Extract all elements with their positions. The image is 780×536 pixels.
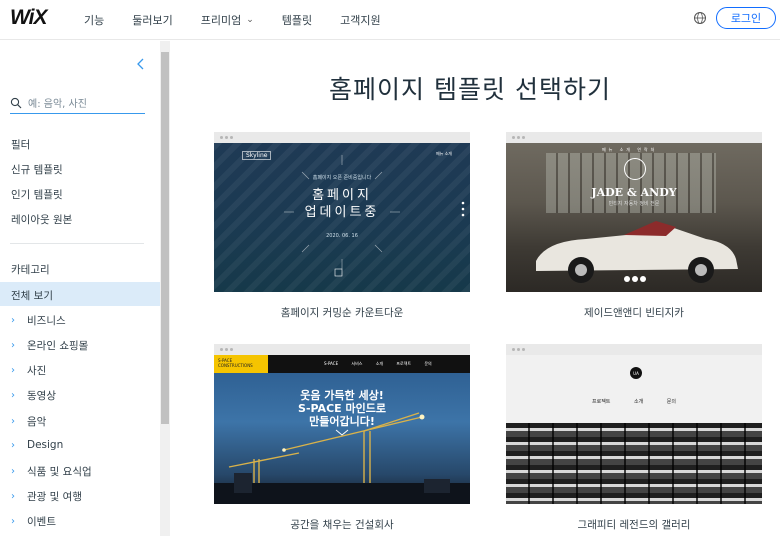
login-button[interactable]: 로그인 (716, 7, 776, 29)
nav-label: 템플릿 (281, 14, 313, 27)
building-photo-graphic (506, 423, 762, 504)
template-card-construction[interactable]: S-PACE CONSTRUCTIONS S-PACE 서비스 소개 프로젝트 … (214, 344, 470, 532)
nav-label: 기능 (84, 14, 105, 27)
chevron-right-icon: › (11, 416, 15, 427)
category-label: 비즈니스 (27, 315, 66, 327)
category-all[interactable]: 전체 보기 (11, 288, 53, 303)
category-music[interactable]: › 음악 (11, 414, 46, 429)
template-caption[interactable]: 제이드앤앤디 빈티지카 (506, 305, 762, 320)
category-design[interactable]: › Design (11, 439, 63, 451)
search-icon (10, 97, 22, 108)
sidebar-scroll-thumb[interactable] (161, 52, 169, 424)
category-label: 식품 및 요식업 (27, 466, 92, 478)
nav-label: 고객지원 (340, 14, 381, 27)
category-label: 음악 (27, 416, 47, 428)
template-thumbnail[interactable]: UA 프로젝트 소개 문의 (506, 355, 762, 504)
nav-explore[interactable]: 둘러보기 (132, 12, 172, 28)
thumbnail-logo: UA (630, 367, 642, 379)
crane-graphic (214, 412, 470, 504)
thumbnail-social-icons (624, 276, 648, 282)
wix-logo[interactable]: WiX (10, 6, 47, 30)
chevron-right-icon: › (11, 365, 15, 376)
category-label: Design (27, 439, 64, 451)
chevron-right-icon: › (11, 390, 15, 401)
filter-popular-templates[interactable]: 인기 템플릿 (11, 187, 63, 202)
category-heading: 카테고리 (11, 264, 50, 276)
globe-icon[interactable] (693, 11, 707, 25)
chevron-right-icon: › (11, 491, 15, 502)
filter-new-templates[interactable]: 신규 템플릿 (11, 162, 63, 177)
nav-premium[interactable]: 프리미엄 ⌄ (201, 12, 254, 28)
category-business[interactable]: › 비즈니스 (11, 313, 66, 328)
search-placeholder: 예: 음악, 사진 (28, 99, 87, 110)
nav-label: 둘러보기 (132, 14, 173, 27)
category-label: 동영상 (27, 390, 56, 402)
category-online-store[interactable]: › 온라인 쇼핑몰 (11, 338, 88, 353)
chevron-down-icon: ⌄ (246, 15, 254, 25)
filter-layout-blank[interactable]: 레이아웃 원본 (11, 212, 72, 227)
template-caption[interactable]: 그래피티 레전드의 갤러리 (506, 517, 762, 532)
nav-label: 프리미엄 (200, 14, 242, 27)
page-title: 홈페이지 템플릿 선택하기 (329, 75, 611, 104)
template-caption[interactable]: 홈페이지 커밍순 카운트다운 (214, 305, 470, 320)
thumbnail-nav: 프로젝트 소개 문의 (592, 399, 676, 405)
nav-templates[interactable]: 템플릿 (282, 12, 312, 28)
main-nav: 기능 둘러보기 프리미엄 ⌄ 템플릿 고객지원 (84, 0, 409, 40)
browser-chrome (506, 132, 762, 143)
vintage-car-graphic (536, 221, 738, 283)
template-card-countdown[interactable]: Skyline 메뉴 소개 홈페이지 오픈 준비중입니다 홈페이지 업데이트중 … (214, 132, 470, 320)
template-thumbnail[interactable]: 메뉴 소개 연락처 JADE & ANDY 빈티지 자동차 정비 전문 (506, 143, 762, 292)
browser-chrome (214, 344, 470, 355)
browser-chrome (506, 344, 762, 355)
template-card-vintage-car[interactable]: 메뉴 소개 연락처 JADE & ANDY 빈티지 자동차 정비 전문 제이드앤… (506, 132, 762, 320)
collapse-sidebar-icon[interactable] (134, 57, 148, 71)
top-header: WiX 기능 둘러보기 프리미엄 ⌄ 템플릿 고객지원 로그인 (0, 0, 780, 40)
category-label: 사진 (27, 365, 47, 377)
browser-chrome (214, 132, 470, 143)
category-label: 관광 및 여행 (27, 491, 82, 503)
chevron-right-icon: › (11, 340, 15, 351)
chevron-right-icon: › (11, 516, 15, 527)
category-video[interactable]: › 동영상 (11, 388, 56, 403)
nav-support[interactable]: 고객지원 (340, 12, 380, 28)
countdown-ring-graphic (284, 155, 465, 277)
category-events[interactable]: › 이벤트 (11, 514, 56, 529)
chevron-right-icon: › (11, 466, 15, 477)
template-thumbnail[interactable]: S-PACE CONSTRUCTIONS S-PACE 서비스 소개 프로젝트 … (214, 355, 470, 504)
category-photography[interactable]: › 사진 (11, 363, 46, 378)
category-travel[interactable]: › 관광 및 여행 (11, 489, 82, 504)
nav-features[interactable]: 기능 (84, 12, 104, 28)
template-search[interactable]: 예: 음악, 사진 (10, 92, 145, 114)
category-label: 이벤트 (27, 516, 56, 528)
chevron-right-icon: › (11, 439, 15, 451)
template-caption[interactable]: 공간을 채우는 건설회사 (214, 517, 470, 532)
template-thumbnail[interactable]: Skyline 메뉴 소개 홈페이지 오픈 준비중입니다 홈페이지 업데이트중 … (214, 143, 470, 292)
template-card-graffiti-gallery[interactable]: UA 프로젝트 소개 문의 그래피티 레전드의 갤러리 (506, 344, 762, 532)
category-food[interactable]: › 식품 및 요식업 (11, 464, 92, 479)
category-label: 온라인 쇼핑몰 (27, 340, 89, 352)
chevron-right-icon: › (11, 315, 15, 326)
filter-heading: 필터 (11, 139, 31, 151)
sidebar-divider (10, 243, 144, 244)
